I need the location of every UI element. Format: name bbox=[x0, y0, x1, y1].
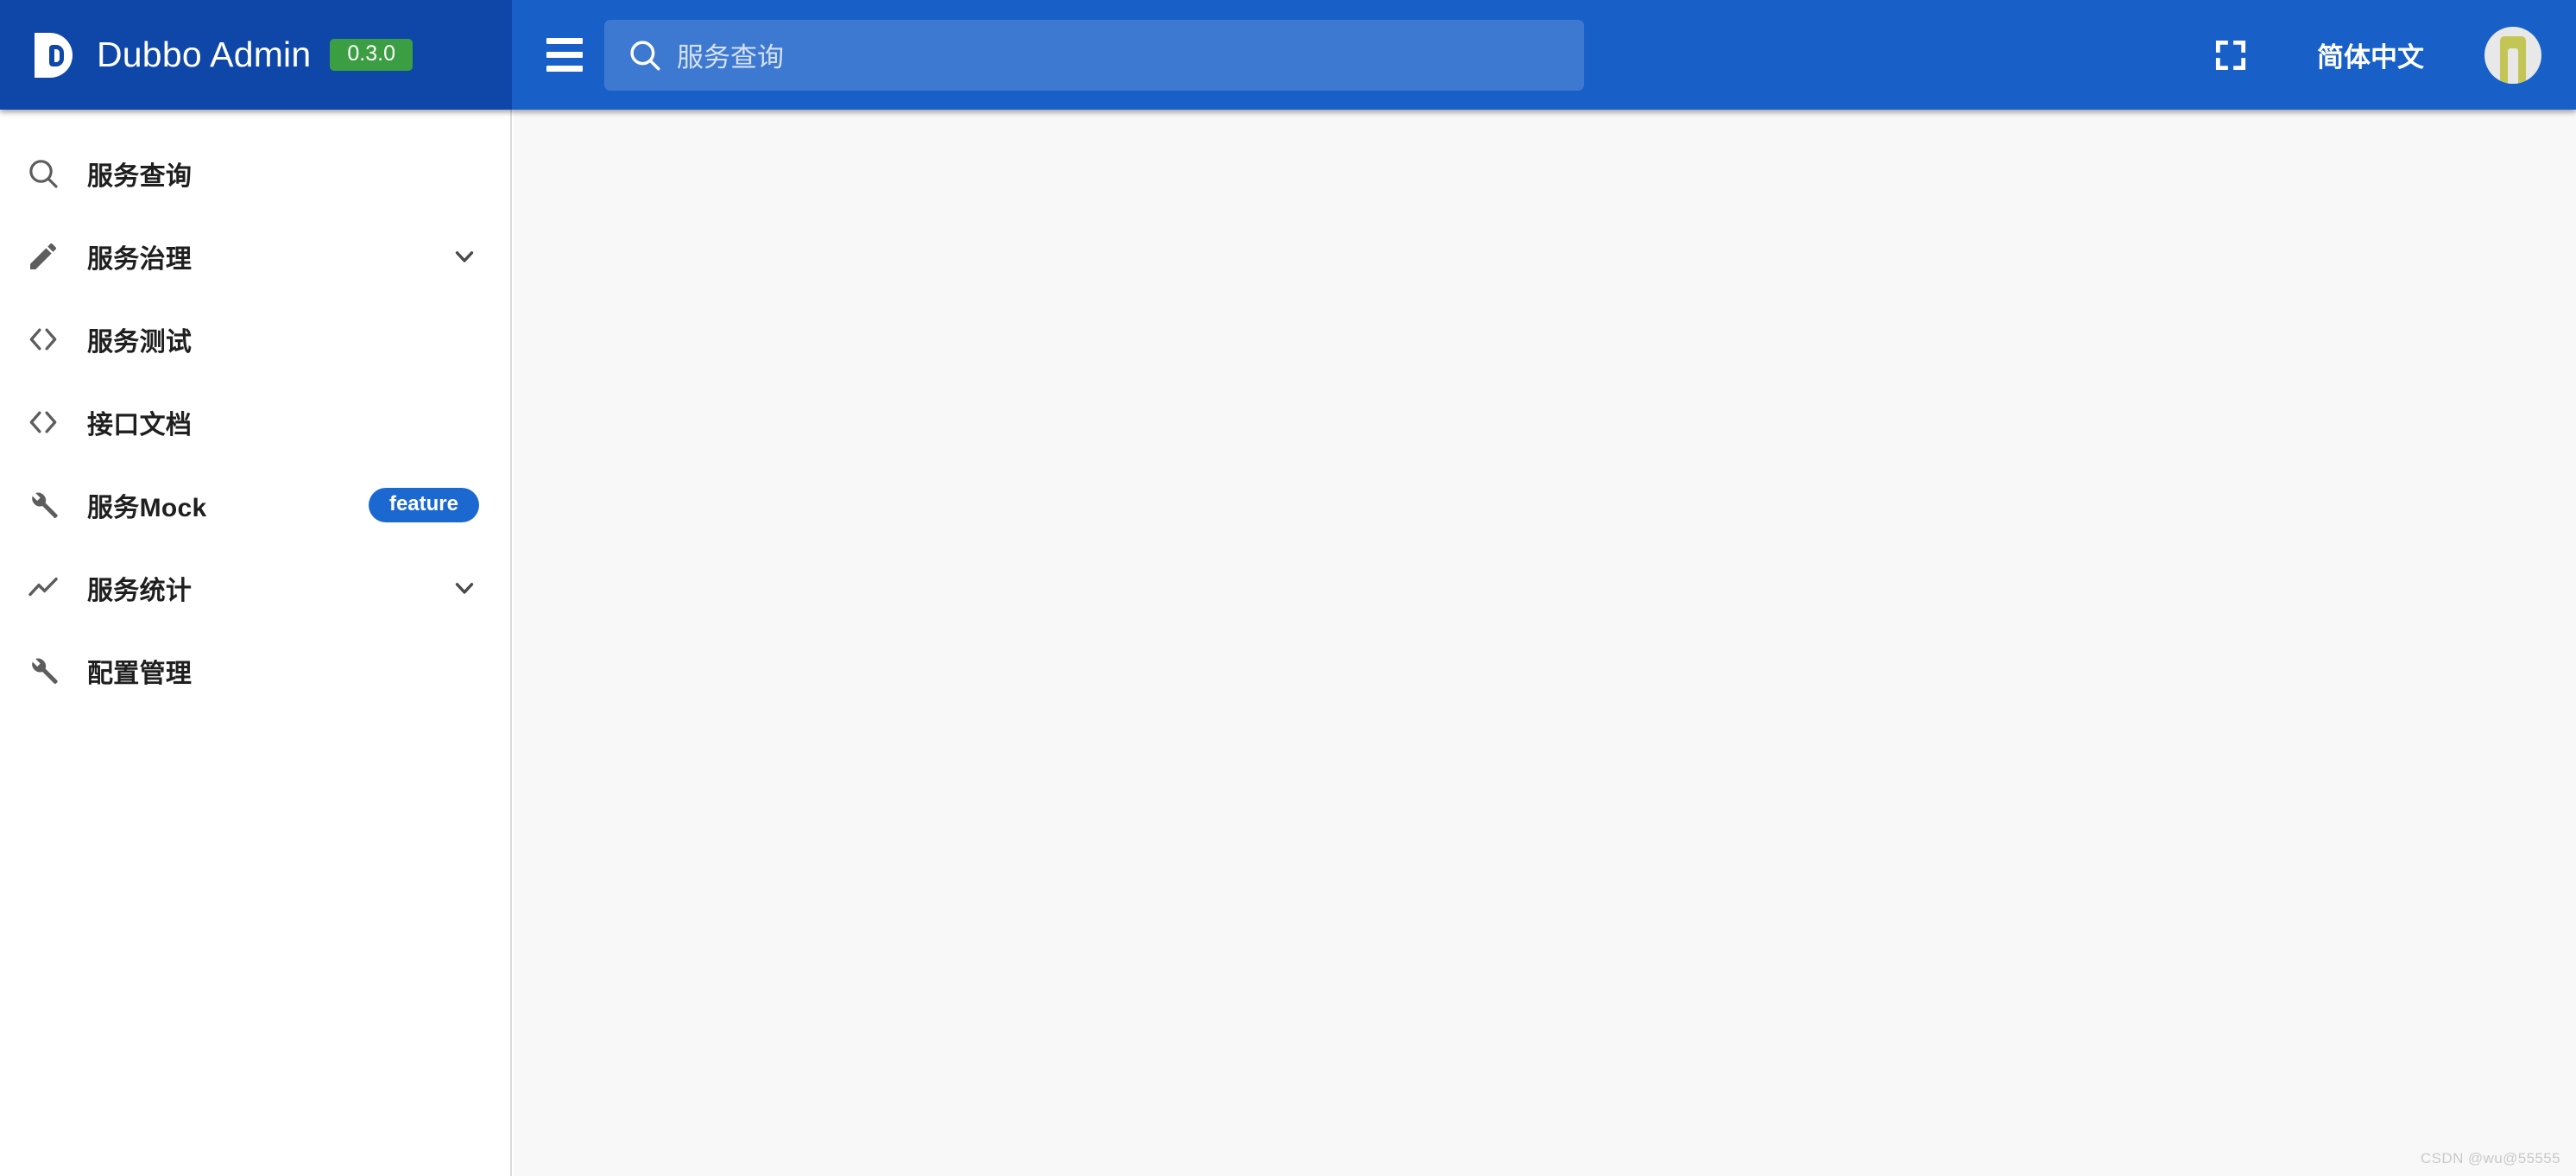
language-switch-button[interactable]: 简体中文 bbox=[2317, 35, 2424, 74]
dubbo-d-logo-icon bbox=[35, 32, 73, 78]
sidebar-item-service-governance[interactable]: 服务治理 bbox=[0, 215, 510, 298]
pencil-edit-icon bbox=[22, 236, 64, 277]
sidebar-item-service-statistics[interactable]: 服务统计 bbox=[0, 547, 510, 629]
watermark-text: CSDN @wu@55555 bbox=[2420, 1150, 2560, 1167]
sidebar-item-label: 服务Mock bbox=[87, 494, 207, 522]
code-brackets-icon bbox=[22, 401, 64, 443]
sidebar-item-label: 配置管理 bbox=[87, 660, 193, 688]
sidebar-item-label: 服务查询 bbox=[87, 162, 193, 191]
sidebar-item-service-mock[interactable]: 服务Mock feature bbox=[0, 464, 510, 547]
app-header: Dubbo Admin 0.3.0 服务查询 简体中文 bbox=[0, 0, 2576, 110]
brand-block: Dubbo Admin 0.3.0 bbox=[0, 0, 512, 110]
chevron-down-icon[interactable] bbox=[450, 573, 479, 603]
header-controls: 服务查询 简体中文 bbox=[512, 0, 2576, 110]
wrench-icon bbox=[22, 650, 64, 692]
version-badge: 0.3.0 bbox=[330, 39, 413, 71]
main-content-area: CSDN @wu@55555 bbox=[514, 110, 2576, 1176]
user-avatar-icon[interactable] bbox=[2484, 26, 2541, 84]
sidebar-item-label: 服务统计 bbox=[87, 577, 193, 605]
dubbo-admin-app: Dubbo Admin 0.3.0 服务查询 简体中文 服务查询 服务治理 服务… bbox=[0, 0, 2576, 1176]
sidebar-item-label: 接口文档 bbox=[87, 411, 193, 439]
sidebar-item-api-docs[interactable]: 接口文档 bbox=[0, 381, 510, 464]
chevron-down-icon[interactable] bbox=[450, 242, 479, 271]
search-icon bbox=[22, 153, 64, 194]
sidebar-item-service-test[interactable]: 服务测试 bbox=[0, 298, 510, 381]
sidebar-item-label: 服务治理 bbox=[87, 245, 193, 274]
search-icon bbox=[627, 37, 663, 73]
code-brackets-icon bbox=[22, 319, 64, 360]
sidebar-item-config-management[interactable]: 配置管理 bbox=[0, 629, 510, 712]
sidebar-item-service-search[interactable]: 服务查询 bbox=[0, 132, 510, 215]
sidebar-nav: 服务查询 服务治理 服务测试 接口文档 服务Mock feature 服务统计 … bbox=[0, 110, 512, 1176]
wrench-icon bbox=[22, 484, 64, 526]
sidebar-item-label: 服务测试 bbox=[87, 328, 193, 357]
search-placeholder-text: 服务查询 bbox=[677, 42, 784, 73]
search-input[interactable]: 服务查询 bbox=[604, 19, 1584, 91]
status-badge: feature bbox=[368, 488, 479, 522]
trending-chart-icon bbox=[22, 567, 64, 609]
fullscreen-expand-icon[interactable] bbox=[2207, 31, 2255, 79]
hamburger-menu-icon[interactable] bbox=[540, 31, 589, 79]
app-title: Dubbo Admin bbox=[97, 35, 312, 74]
content-body bbox=[514, 110, 2576, 1176]
